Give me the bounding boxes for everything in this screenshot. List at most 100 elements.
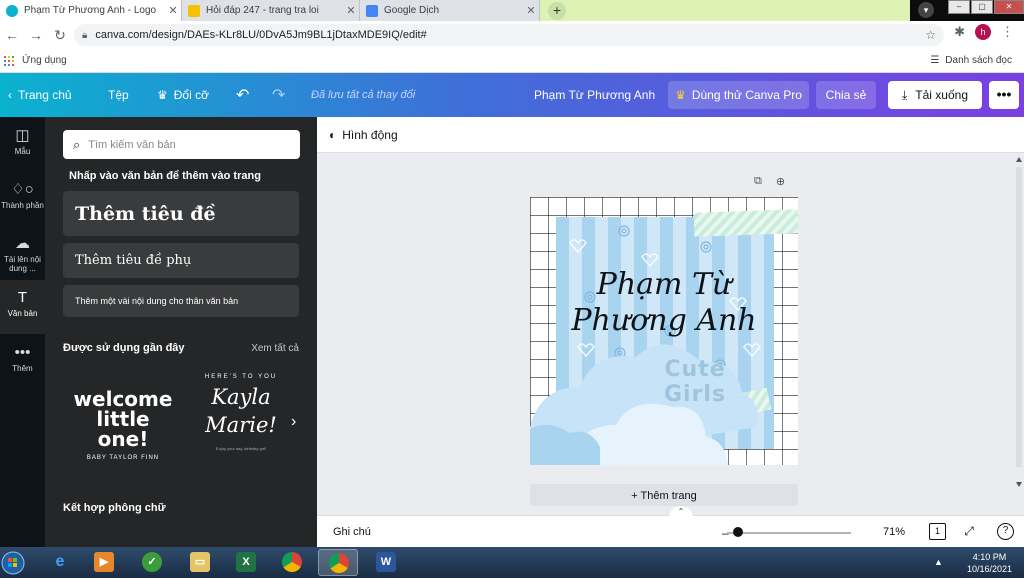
- new-tab-button[interactable]: +: [548, 2, 566, 20]
- fullscreen-icon[interactable]: ⤢: [960, 522, 978, 540]
- tab-google-translate[interactable]: Google Dịch ✕: [360, 0, 540, 21]
- rail-item-uploads[interactable]: ☁ Tải lên nội dung ...: [0, 225, 45, 279]
- notes-button[interactable]: Ghi chú: [333, 526, 371, 538]
- left-rail: ◫ Mẫu ♢○ Thành phần ☁ Tải lên nội dung .…: [0, 117, 45, 547]
- taskbar-word[interactable]: W: [366, 549, 406, 576]
- taskbar-ie[interactable]: e: [40, 549, 80, 576]
- add-body-text-button[interactable]: Thêm một vài nội dung cho thân văn bản: [63, 285, 299, 317]
- text-search-input[interactable]: ⌕ Tìm kiếm văn bản: [63, 130, 300, 159]
- profile-avatar[interactable]: h: [975, 24, 991, 40]
- canva-header: ‹ Trang chủ Tệp ♛ Đổi cỡ ↶ ↷ Đã lưu tất …: [0, 73, 1024, 117]
- home-button[interactable]: ‹ Trang chủ: [8, 73, 72, 117]
- close-tab-icon[interactable]: ✕: [523, 4, 539, 17]
- close-window-icon[interactable]: ✕: [994, 0, 1024, 14]
- recent-text-line: welcome: [73, 387, 173, 411]
- chevron-right-icon[interactable]: ›: [291, 413, 296, 431]
- zoom-slider[interactable]: [727, 532, 851, 534]
- reload-icon[interactable]: ↻: [48, 27, 72, 44]
- tray-expand-icon[interactable]: ▲: [934, 557, 943, 567]
- undo-icon[interactable]: ↶: [236, 73, 249, 117]
- tab-search-icon[interactable]: ▾: [918, 2, 934, 18]
- recent-text-style-kayla[interactable]: HERE'S TO YOU Kayla Marie! Enjoy your da…: [195, 374, 287, 451]
- reading-list[interactable]: ☰ Danh sách đọc: [930, 55, 1012, 66]
- close-tab-icon[interactable]: ✕: [343, 4, 359, 17]
- extensions-icon[interactable]: ✱: [954, 24, 965, 40]
- file-menu[interactable]: Tệp: [108, 73, 129, 117]
- forward-icon[interactable]: →: [24, 27, 48, 43]
- close-tab-icon[interactable]: ✕: [165, 4, 181, 17]
- taskbar-chrome[interactable]: [272, 549, 312, 576]
- canva-favicon-icon: [6, 4, 18, 17]
- browser-tab-strip: Phạm Từ Phương Anh - Logo ✕ Hỏi đáp 247 …: [0, 0, 1024, 21]
- animate-toolbar: ◐ Hình động: [317, 117, 1024, 153]
- excel-icon: X: [236, 552, 256, 572]
- page-actions: ⧉ ⊕: [754, 175, 785, 188]
- zoom-slider-handle[interactable]: [733, 527, 743, 537]
- tab-hoidap247[interactable]: Hỏi đáp 247 - trang tra loi ✕: [182, 0, 360, 21]
- bookmark-star-icon[interactable]: ☆: [925, 28, 936, 42]
- design-canvas[interactable]: Phạm Từ Phương Anh Cute Girls: [530, 197, 798, 465]
- design-title[interactable]: Phạm Từ Phương Anh: [530, 267, 798, 339]
- recent-text-caption: BABY TAYLOR FINN: [86, 455, 160, 461]
- browser-actions: ✱ h ⋮: [954, 24, 1014, 40]
- more-options-button[interactable]: •••: [989, 81, 1019, 109]
- add-subheading-button[interactable]: Thêm tiêu đề phụ: [63, 243, 299, 278]
- download-icon: ⤓: [901, 87, 908, 102]
- save-status: Đã lưu tất cả thay đổi: [311, 89, 416, 101]
- editor-footer: ⌃ Ghi chú – 71% 1 ⤢ ?: [317, 506, 1024, 547]
- rail-item-elements[interactable]: ♢○ Thành phần: [0, 171, 45, 225]
- share-button[interactable]: Chia sẻ: [816, 81, 876, 109]
- design-tagline[interactable]: Cute Girls: [630, 357, 760, 407]
- download-button[interactable]: ⤓ Tải xuống: [888, 81, 982, 109]
- resize-button[interactable]: ♛ Đổi cỡ: [157, 73, 209, 117]
- design-title-line: Phương Anh: [571, 303, 757, 338]
- help-button[interactable]: ?: [997, 523, 1014, 540]
- window-controls: – ▢ ✕: [948, 0, 1024, 14]
- taskbar-explorer[interactable]: ▭: [180, 549, 220, 576]
- chrome-icon: [282, 552, 302, 572]
- word-icon: W: [376, 552, 396, 572]
- taskbar-media[interactable]: ▶: [84, 549, 124, 576]
- add-heading-button[interactable]: Thêm tiêu đề: [63, 191, 299, 236]
- apps-shortcut[interactable]: Ứng dụng: [4, 55, 67, 66]
- back-icon[interactable]: ←: [0, 27, 24, 43]
- recent-text-caption: Enjoy your day, birthday girl!: [215, 446, 267, 451]
- tab-canva[interactable]: Phạm Từ Phương Anh - Logo ✕: [0, 0, 182, 21]
- address-bar[interactable]: 🔒︎ canva.com/design/DAEs-KLr8LU/0DvA5Jm9…: [74, 24, 944, 46]
- try-pro-button[interactable]: ♛ Dùng thử Canva Pro: [668, 81, 809, 109]
- animate-button[interactable]: Hình động: [342, 128, 397, 142]
- page-count-button[interactable]: 1: [929, 523, 946, 540]
- text-icon: T: [17, 289, 28, 306]
- panel-hint: Nhấp vào văn bản để thêm vào trang: [69, 170, 261, 182]
- upload-icon: ☁: [15, 235, 30, 252]
- recent-text-style-welcome[interactable]: welcome little one! BABY TAYLOR FINN: [73, 389, 173, 461]
- maximize-icon[interactable]: ▢: [971, 0, 993, 14]
- taskbar-chrome-profile[interactable]: [318, 549, 358, 576]
- add-page-icon[interactable]: ⊕: [776, 175, 785, 188]
- zoom-level[interactable]: 71%: [883, 526, 905, 538]
- font-combo-title: Kết hợp phông chữ: [63, 502, 166, 514]
- minimize-icon[interactable]: –: [948, 0, 970, 14]
- rail-item-templates[interactable]: ◫ Mẫu: [0, 117, 45, 171]
- taskbar-app-green[interactable]: ✓: [132, 549, 172, 576]
- redo-icon[interactable]: ↷: [272, 73, 285, 117]
- url-text: canva.com/design/DAEs-KLr8LU/0DvA5Jm9BL1…: [95, 29, 427, 41]
- rail-item-text[interactable]: T Văn bản: [0, 280, 45, 334]
- system-clock[interactable]: 4:10 PM 10/16/2021: [967, 551, 1012, 575]
- rail-item-more[interactable]: ••• Thêm: [0, 335, 45, 389]
- duplicate-page-icon[interactable]: ⧉: [754, 175, 762, 188]
- elements-icon: ♢○: [11, 181, 34, 198]
- chrome-profile-icon: [329, 553, 349, 573]
- windows-taskbar: e ▶ ✓ ▭ X W ▲ 4:10 PM 10/16/2021: [0, 547, 1024, 578]
- browser-menu-icon[interactable]: ⋮: [1001, 24, 1014, 40]
- windows-start-icon[interactable]: [0, 547, 30, 578]
- animate-icon[interactable]: ◐: [329, 128, 336, 142]
- see-all-link[interactable]: Xem tất cả: [251, 343, 299, 354]
- lock-icon[interactable]: 🔒︎: [82, 30, 87, 41]
- editor-scrollbar[interactable]: [1016, 157, 1022, 487]
- translate-favicon-icon: [366, 4, 378, 17]
- add-page-button[interactable]: + Thêm trang: [530, 484, 798, 506]
- taskbar-excel[interactable]: X: [226, 549, 266, 576]
- reading-list-icon: ☰: [930, 55, 940, 66]
- document-title[interactable]: Phạm Từ Phương Anh: [534, 73, 655, 117]
